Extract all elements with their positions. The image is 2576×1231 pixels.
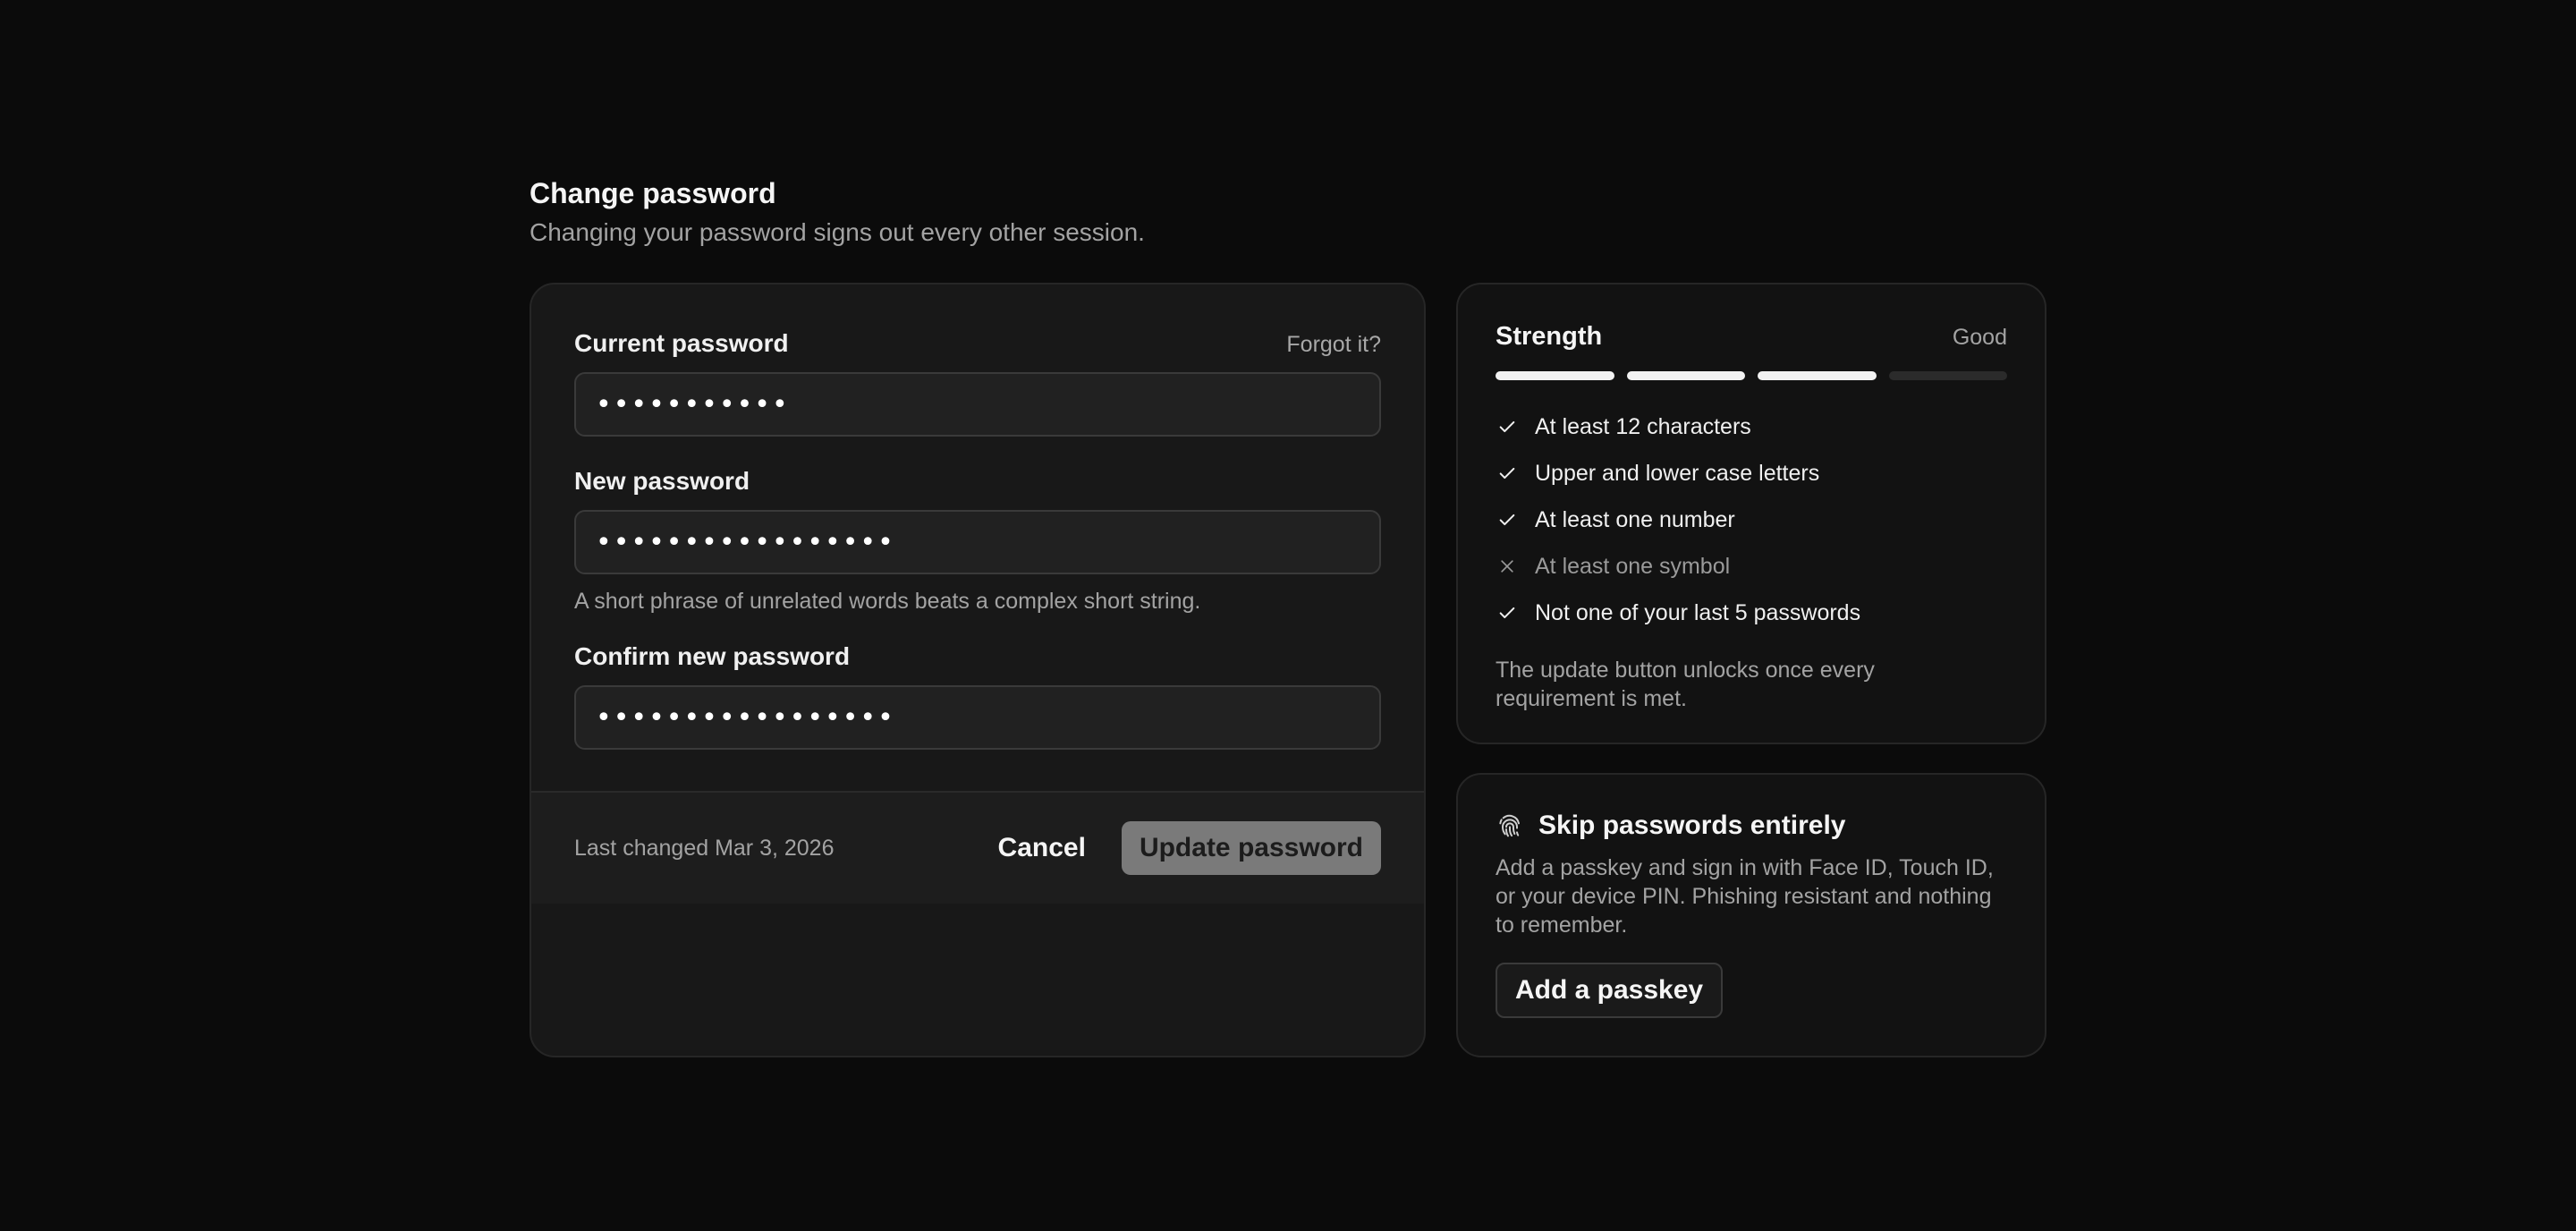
cancel-button[interactable]: Cancel	[980, 833, 1104, 863]
confirm-password-label-row: Confirm new password	[574, 642, 1381, 671]
update-password-button[interactable]: Update password	[1121, 821, 1381, 875]
page-subtitle: Changing your password signs out every o…	[530, 218, 1145, 246]
new-password-hint: A short phrase of unrelated words beats …	[574, 589, 1201, 614]
requirement-item: At least one symbol	[1496, 543, 2007, 590]
strength-note: The update button unlocks once every req…	[1496, 658, 1875, 711]
new-password-label: New password	[574, 467, 750, 495]
check-icon	[1496, 462, 1519, 485]
new-password-input[interactable]: •••••••••••••••••	[574, 510, 1381, 574]
current-password-field: Current password Forgot it? •••••••••••	[574, 329, 1381, 437]
current-password-input[interactable]: •••••••••••	[574, 372, 1381, 437]
check-icon	[1496, 415, 1519, 438]
requirement-label: At least 12 characters	[1535, 413, 1751, 439]
current-password-label: Current password	[574, 329, 789, 357]
new-password-field: New password ••••••••••••••••• A short p…	[574, 467, 1381, 615]
requirement-label: At least one number	[1535, 506, 1735, 532]
passkey-description: Add a passkey and sign in with Face ID, …	[1496, 855, 1994, 938]
strength-header: Strength Good	[1496, 322, 2007, 352]
requirement-item: Not one of your last 5 passwords	[1496, 590, 2007, 636]
strength-rating: Good	[1952, 325, 2007, 350]
strength-segment	[1626, 371, 1745, 380]
strength-segment	[1888, 371, 2007, 380]
strength-segment	[1758, 371, 1877, 380]
strength-segment	[1496, 371, 1614, 380]
confirm-password-label: Confirm new password	[574, 642, 851, 670]
forgot-password-link[interactable]: Forgot it?	[1286, 332, 1381, 358]
fingerprint-icon	[1499, 814, 1520, 837]
requirement-label: Upper and lower case letters	[1535, 460, 1820, 486]
page-heading: Change password Changing your password s…	[530, 175, 1145, 249]
requirement-item: At least one number	[1496, 497, 2007, 543]
passkey-panel: Skip passwords entirely Add a passkey an…	[1456, 773, 2046, 1057]
requirement-item: At least 12 characters	[1496, 403, 2007, 450]
close-icon	[1496, 555, 1519, 578]
requirement-label: At least one symbol	[1535, 553, 1731, 579]
requirement-label: Not one of your last 5 passwords	[1535, 599, 1861, 625]
new-password-label-row: New password	[574, 467, 1381, 496]
page-title: Change password	[530, 177, 776, 209]
strength-panel: Strength Good At least 12 characters Uppe…	[1456, 283, 2046, 744]
form-footer: Last changed Mar 3, 2026 Cancel Update p…	[531, 791, 1424, 904]
confirm-password-input[interactable]: •••••••••••••••••	[574, 685, 1381, 750]
check-icon	[1496, 601, 1519, 624]
change-password-form: Current password Forgot it? ••••••••••• …	[530, 283, 1426, 1057]
strength-meter	[1496, 371, 2007, 380]
check-icon	[1496, 508, 1519, 531]
requirement-item: Upper and lower case letters	[1496, 450, 2007, 497]
current-password-label-row: Current password Forgot it?	[574, 329, 1381, 358]
confirm-password-field: Confirm new password •••••••••••••••••	[574, 642, 1381, 750]
last-changed-text: Last changed Mar 3, 2026	[574, 835, 835, 861]
passkey-header: Skip passwords entirely	[1496, 811, 2007, 841]
page: Change password Changing your password s…	[0, 0, 2576, 1231]
passkey-title: Skip passwords entirely	[1538, 811, 1846, 840]
add-passkey-button[interactable]: Add a passkey	[1496, 963, 1724, 1018]
strength-title: Strength	[1496, 322, 1603, 351]
requirements-list: At least 12 characters Upper and lower ca…	[1496, 403, 2007, 636]
